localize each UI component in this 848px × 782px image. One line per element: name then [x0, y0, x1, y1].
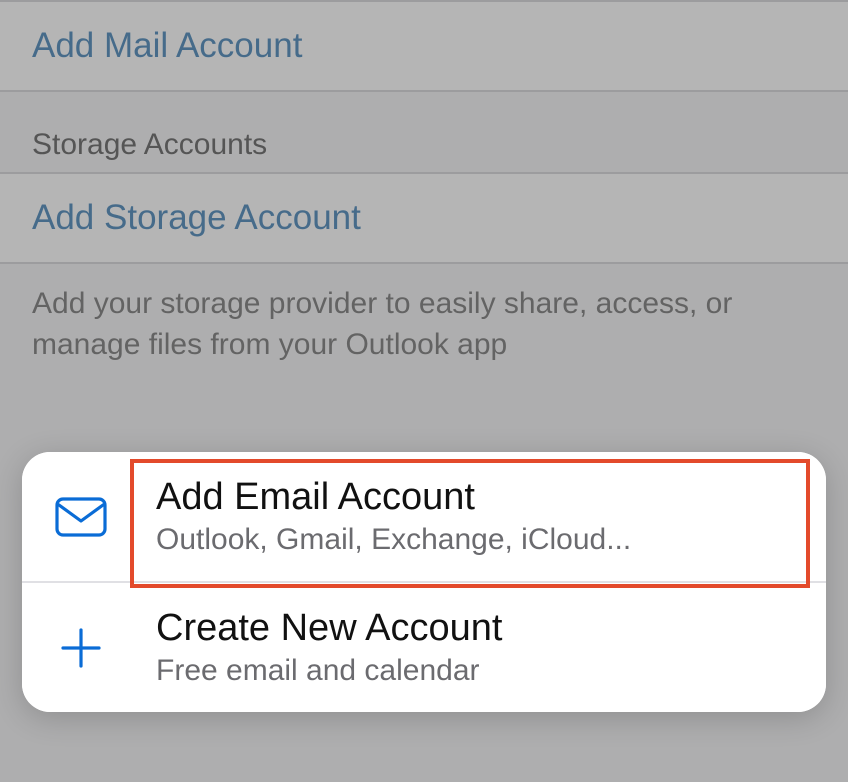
add-email-account-title: Add Email Account [156, 476, 631, 519]
storage-accounts-header-text: Storage Accounts [32, 128, 267, 161]
create-new-account-title: Create New Account [156, 607, 502, 650]
add-email-account-textwrap: Add Email Account Outlook, Gmail, Exchan… [156, 476, 631, 557]
plus-icon [52, 626, 110, 670]
storage-accounts-header: Storage Accounts [0, 92, 848, 172]
storage-accounts-footer: Add your storage provider to easily shar… [0, 264, 848, 405]
add-storage-account-row[interactable]: Add Storage Account [0, 174, 848, 262]
create-new-account-option[interactable]: Create New Account Free email and calend… [22, 581, 826, 712]
create-new-account-subtitle: Free email and calendar [156, 654, 502, 688]
add-email-account-subtitle: Outlook, Gmail, Exchange, iCloud... [156, 523, 631, 557]
create-new-account-textwrap: Create New Account Free email and calend… [156, 607, 502, 688]
add-mail-account-row[interactable]: Add Mail Account [0, 2, 848, 90]
add-mail-account-label: Add Mail Account [32, 26, 302, 65]
add-storage-account-label: Add Storage Account [32, 198, 361, 237]
storage-accounts-footer-text: Add your storage provider to easily shar… [32, 287, 732, 361]
add-email-account-option[interactable]: Add Email Account Outlook, Gmail, Exchan… [22, 452, 826, 581]
add-account-action-sheet: Add Email Account Outlook, Gmail, Exchan… [22, 452, 826, 712]
envelope-icon [52, 497, 110, 537]
